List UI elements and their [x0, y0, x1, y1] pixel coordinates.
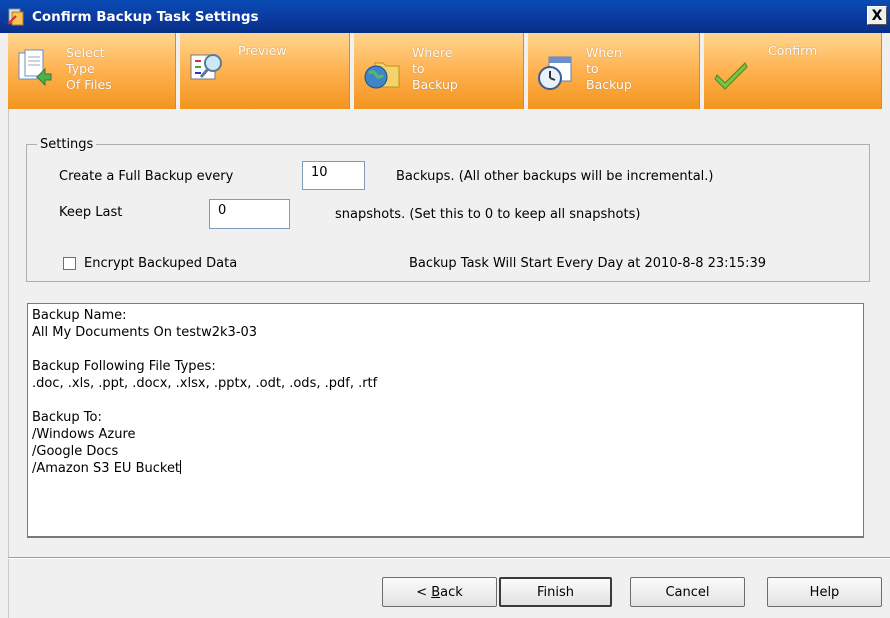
summary-line: .doc, .xls, .ppt, .docx, .xlsx, .pptx, .…	[32, 376, 378, 391]
summary-line: All My Documents On testw2k3-03	[32, 325, 258, 340]
summary-line: Backup To:	[32, 410, 102, 425]
checkmark-icon	[714, 62, 748, 90]
step-select-type[interactable]: Select Type Of Files	[8, 33, 176, 109]
step-when[interactable]: When to Backup	[528, 33, 700, 109]
encrypt-label[interactable]: Encrypt Backuped Data	[84, 256, 237, 271]
summary-line: /Google Docs	[32, 444, 119, 459]
button-separator	[8, 557, 890, 559]
step-label: When to Backup	[586, 45, 632, 92]
settings-legend: Settings	[37, 137, 97, 152]
step-label: Preview	[238, 43, 287, 58]
text-caret	[180, 460, 182, 474]
preview-magnifier-icon	[190, 54, 222, 80]
window-title: Confirm Backup Task Settings	[32, 8, 259, 25]
wizard-steps: Select Type Of Files Preview Where to Ba…	[8, 33, 888, 109]
step-label: Confirm	[768, 43, 818, 58]
summary-line: Backup Name:	[32, 308, 127, 323]
help-label: Help	[809, 584, 840, 600]
frame-edge	[8, 109, 9, 618]
full-backup-label: Create a Full Backup every	[59, 169, 234, 184]
step-where[interactable]: Where to Backup	[354, 33, 524, 109]
title-bar: Confirm Backup Task Settings X	[0, 0, 890, 33]
backup-wizard-window: Confirm Backup Task Settings X Select Ty…	[0, 0, 890, 618]
summary-line: /Amazon S3 EU Bucket	[32, 461, 181, 476]
keep-last-label: Keep Last	[59, 205, 123, 220]
app-icon	[7, 8, 24, 25]
summary-line: Backup Following File Types:	[32, 359, 216, 374]
keep-last-input[interactable]: 0	[209, 199, 290, 229]
back-prefix: <	[416, 584, 432, 600]
close-button[interactable]: X	[867, 6, 887, 25]
back-mnemonic: B	[431, 584, 441, 600]
finish-button[interactable]: Finish	[499, 577, 612, 607]
keep-last-suffix: snapshots. (Set this to 0 to keep all sn…	[335, 207, 641, 222]
help-button[interactable]: Help	[767, 577, 882, 607]
back-button[interactable]: < Back	[382, 577, 497, 607]
globe-folder-icon	[364, 62, 400, 89]
step-confirm[interactable]: Confirm	[704, 33, 882, 109]
step-label: Where to Backup	[412, 45, 458, 92]
close-icon: X	[871, 7, 883, 24]
summary-line	[32, 341, 863, 358]
finish-label: Finish	[536, 584, 574, 600]
summary-line	[32, 392, 863, 409]
back-rest: ack	[440, 584, 463, 600]
full-backup-interval-input[interactable]: 10	[302, 161, 365, 190]
summary-line: /Windows Azure	[32, 427, 136, 442]
summary-line-last: /Amazon S3 EU Bucket	[32, 460, 863, 477]
schedule-text: Backup Task Will Start Every Day at 2010…	[409, 256, 766, 271]
cancel-label: Cancel	[665, 584, 710, 600]
calendar-clock-icon	[538, 56, 572, 90]
step-preview[interactable]: Preview	[180, 33, 350, 109]
full-backup-suffix: Backups. (All other backups will be incr…	[396, 169, 714, 184]
summary-textarea[interactable]: Backup Name: All My Documents On testw2k…	[27, 303, 864, 538]
files-icon	[18, 49, 52, 87]
cancel-button[interactable]: Cancel	[630, 577, 745, 607]
encrypt-checkbox[interactable]	[63, 257, 76, 270]
step-label: Select Type Of Files	[66, 45, 112, 92]
